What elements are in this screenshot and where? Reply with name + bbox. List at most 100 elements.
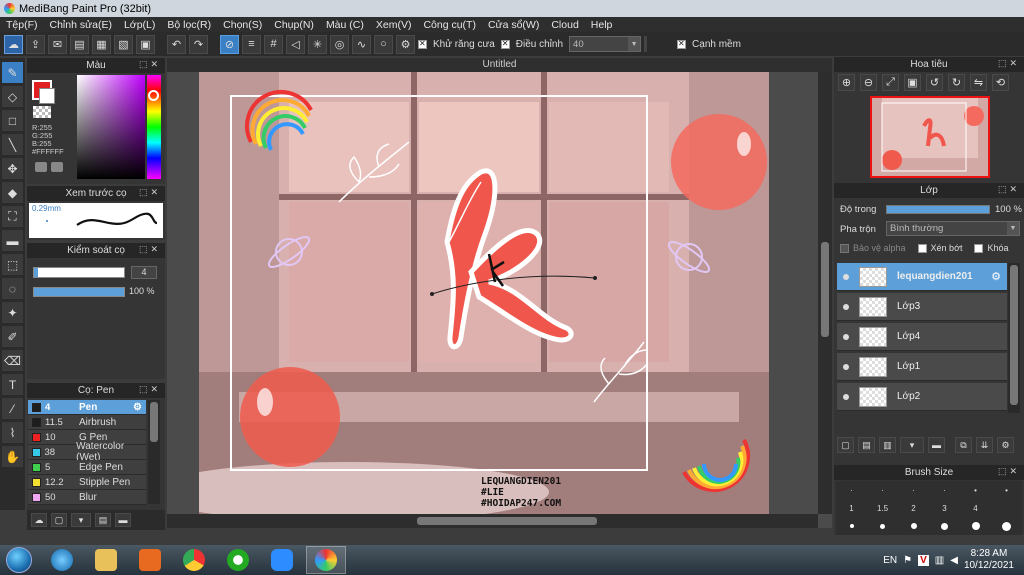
menu-file[interactable]: Tệp(F) (0, 19, 44, 31)
ellipse-snap-icon[interactable]: ○ (374, 34, 393, 54)
size-label[interactable]: 2 (898, 499, 929, 517)
gallery-icon[interactable]: ▣ (136, 34, 155, 54)
pages-icon[interactable]: ▧ (114, 34, 133, 54)
menu-tools[interactable]: Công cụ(T) (417, 19, 482, 31)
eraser-tool-icon[interactable]: ◇ (2, 86, 23, 107)
rotate-left-icon[interactable]: ↺ (926, 74, 943, 91)
zoom-in-icon[interactable]: ⊕ (838, 74, 855, 91)
grid-snap-icon[interactable]: # (264, 34, 283, 54)
layer-folder-icon[interactable]: ▬ (928, 437, 945, 453)
fit-window-icon[interactable]: ⤢ (882, 74, 899, 91)
size-label[interactable]: 3 (929, 499, 960, 517)
clipping-checkbox[interactable] (917, 243, 927, 253)
layer-row[interactable]: Lớp1 (837, 353, 1007, 381)
size-cell[interactable]: · (867, 481, 898, 499)
document-tab[interactable]: Untitled (167, 58, 832, 72)
layer-row[interactable]: Lớp4 (837, 323, 1007, 351)
lock-checkbox[interactable] (974, 243, 984, 253)
menu-filter[interactable]: Bộ lọc(R) (161, 19, 217, 31)
share-icon[interactable]: ⇪ (26, 34, 45, 54)
layer-row[interactable]: Lớp2 (837, 383, 1007, 411)
size-dot[interactable] (836, 517, 867, 535)
size-label[interactable]: 1.5 (867, 499, 898, 517)
brush-item[interactable]: 5 Edge Pen (28, 460, 146, 475)
size-label[interactable]: 1 (836, 499, 867, 517)
visibility-eye-icon[interactable] (843, 273, 849, 280)
menu-layer[interactable]: Lớp(L) (118, 19, 161, 31)
panel-window-icons[interactable]: ⬚✕ (139, 187, 161, 198)
flip-icon[interactable]: ⇋ (970, 74, 987, 91)
taskbar-coccoc[interactable] (218, 546, 258, 574)
document-icon[interactable]: ▤ (70, 34, 89, 54)
curve-snap-icon[interactable]: ∿ (352, 34, 371, 54)
clock[interactable]: 8:28 AM 10/12/2021 (964, 548, 1014, 572)
dropper-tool-icon[interactable]: ⁄ (2, 398, 23, 419)
menu-edit[interactable]: Chỉnh sửa(E) (44, 19, 118, 31)
menu-view[interactable]: Xem(V) (370, 19, 418, 31)
radial-snap-icon[interactable]: ✳ (308, 34, 327, 54)
adjust-checkbox[interactable] (500, 39, 510, 49)
menu-help[interactable]: Help (585, 19, 619, 31)
brush-list-scroll-thumb[interactable] (150, 402, 158, 442)
layer-list-scroll-thumb[interactable] (1010, 265, 1018, 405)
rect-tool-icon[interactable]: □ (2, 110, 23, 131)
panel-window-icons[interactable]: ⬚✕ (139, 59, 161, 70)
layer-settings-gear-icon[interactable]: ⚙ (991, 270, 1001, 283)
canvas-vertical-thumb[interactable] (821, 242, 829, 337)
select-pen-icon[interactable]: ✐ (2, 326, 23, 347)
visibility-eye-icon[interactable] (843, 303, 849, 310)
snap-off-icon[interactable]: ⊘ (220, 34, 239, 54)
brush-cloud-icon[interactable]: ☁ (31, 513, 47, 527)
merge-layer-icon[interactable]: ⇊ (976, 437, 993, 453)
canvas-vertical-scrollbar[interactable] (818, 72, 832, 514)
protect-alpha-checkbox[interactable] (840, 243, 849, 253)
menu-select[interactable]: Chọn(S) (217, 19, 268, 31)
reset-view-icon[interactable]: ⟲ (992, 74, 1009, 91)
line-tool-icon[interactable]: ╲ (2, 134, 23, 155)
size-cell[interactable]: • (991, 481, 1022, 499)
layer-row[interactable]: Lớp3 (837, 293, 1007, 321)
visibility-eye-icon[interactable] (843, 363, 849, 370)
layer-list-scrollbar[interactable] (1008, 263, 1020, 413)
new-layer-icon[interactable]: ▢ (837, 437, 854, 453)
perspective-snap-icon[interactable]: ◁ (286, 34, 305, 54)
start-button[interactable] (6, 547, 32, 573)
artwork-canvas[interactable]: LEQUANGDIEN201 #LIE #HOIDAP247.COM (199, 72, 769, 514)
taskbar-media[interactable] (130, 546, 170, 574)
brush-item[interactable]: 38 Watercolor (Wet) (28, 441, 146, 463)
adjust-select[interactable]: 40 ▼ (569, 36, 642, 52)
page-icon[interactable]: ▦ (92, 34, 111, 54)
language-indicator[interactable]: EN (883, 555, 897, 566)
rotate-right-icon[interactable]: ↻ (948, 74, 965, 91)
size-label[interactable]: 4 (960, 499, 991, 517)
brush-list-scrollbar[interactable] (148, 400, 160, 504)
soft-edge-checkbox[interactable] (677, 39, 687, 49)
visibility-eye-icon[interactable] (843, 333, 849, 340)
canvas-horizontal-thumb[interactable] (417, 517, 597, 525)
size-cell[interactable]: · (929, 481, 960, 499)
new-1bit-layer-icon[interactable]: ▥ (879, 437, 896, 453)
taskbar-explorer[interactable] (86, 546, 126, 574)
parallel-snap-icon[interactable]: ≡ (242, 34, 261, 54)
brush-folder-icon[interactable]: ▬ (115, 513, 131, 527)
hue-handle[interactable] (148, 90, 159, 101)
size-dot[interactable] (867, 517, 898, 535)
select-eraser-icon[interactable]: ⌫ (2, 350, 23, 371)
blend-mode-select[interactable]: Bình thường ▼ (886, 221, 1020, 236)
size-cell[interactable] (991, 499, 1022, 517)
size-dot[interactable] (929, 517, 960, 535)
lasso-tool-icon[interactable]: ◌ (2, 278, 23, 299)
undo-icon[interactable]: ↶ (167, 34, 186, 54)
text-tool-icon[interactable]: T (2, 374, 23, 395)
palette-icon[interactable] (35, 162, 47, 172)
taskbar-zoom[interactable] (262, 546, 302, 574)
actual-size-icon[interactable]: ▣ (904, 74, 921, 91)
canvas-horizontal-scrollbar[interactable] (167, 514, 818, 528)
size-dot[interactable] (960, 517, 991, 535)
size-cell[interactable]: · (898, 481, 929, 499)
brush-settings-icon[interactable]: ⚙ (133, 402, 142, 413)
cloud-icon[interactable]: ☁ (4, 34, 23, 54)
panel-window-icons[interactable]: ⬚✕ (998, 58, 1020, 69)
brush-size-slider[interactable] (33, 267, 125, 278)
zoom-out-icon[interactable]: ⊖ (860, 74, 877, 91)
